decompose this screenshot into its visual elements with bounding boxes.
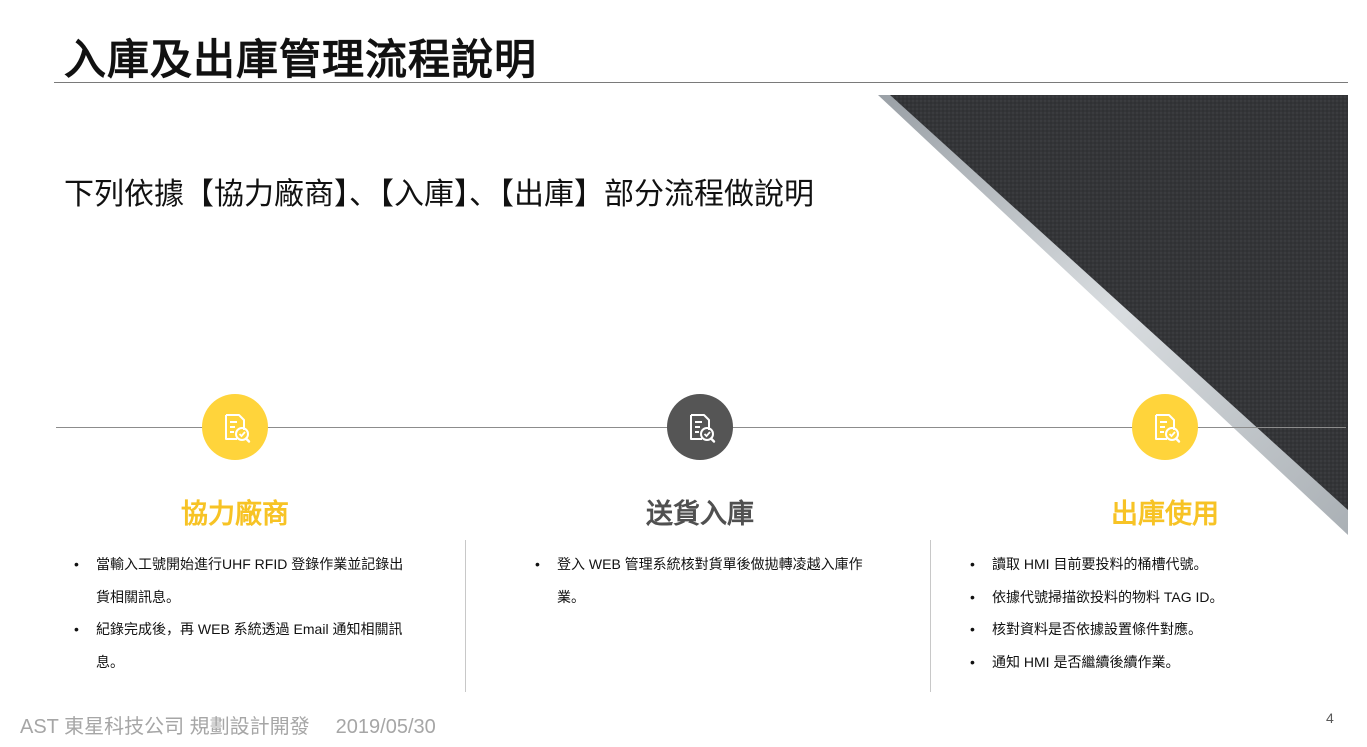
step-1-bullet-2: 紀錄完成後，再 WEB 系統透過 Email 通知相關訊息。 — [74, 613, 404, 678]
step-2-bullet-1: 登入 WEB 管理系統核對貨單後做拋轉凌越入庫作業。 — [535, 548, 865, 613]
footer-company: AST 東星科技公司 規劃設計開發 — [20, 716, 310, 738]
intro-text: 下列依據【協力廠商】、【入庫】、【出庫】部分流程做說明 — [64, 178, 814, 211]
document-check-icon — [690, 414, 716, 443]
document-check-icon — [1155, 414, 1181, 443]
document-check-icon — [225, 414, 251, 443]
step-3-title: 出庫使用 — [1111, 499, 1219, 529]
footer: AST 東星科技公司 規劃設計開發 2019/05/30 — [20, 710, 436, 739]
footer-date: 2019/05/30 — [335, 716, 436, 738]
step-3-bullets: 讀取 HMI 目前要投料的桶槽代號。 依據代號掃描欲投料的物料 TAG ID。 … — [970, 548, 1300, 678]
corner-edge-sheen — [878, 95, 1348, 535]
step-2-title: 送貨入庫 — [646, 499, 754, 529]
step-3-bullet-4: 通知 HMI 是否繼續後續作業。 — [970, 646, 1300, 679]
column-divider-1 — [465, 540, 466, 692]
column-divider-2 — [930, 540, 931, 692]
step-3-bullet-1: 讀取 HMI 目前要投料的桶槽代號。 — [970, 548, 1300, 581]
step-3-bullet-3: 核對資料是否依據設置條件對應。 — [970, 613, 1300, 646]
step-3-icon-circle — [1132, 394, 1198, 460]
slide-title: 入庫及出庫管理流程說明 — [64, 36, 538, 83]
step-1-bullets: 當輸入工號開始進行UHF RFID 登錄作業並記錄出貨相關訊息。 紀錄完成後，再… — [74, 548, 404, 678]
step-1-icon-circle — [202, 394, 268, 460]
step-1-bullet-1: 當輸入工號開始進行UHF RFID 登錄作業並記錄出貨相關訊息。 — [74, 548, 404, 613]
corner-dark-panel — [890, 95, 1348, 510]
step-2-icon-circle — [667, 394, 733, 460]
title-underline — [54, 82, 1348, 83]
step-2-bullets: 登入 WEB 管理系統核對貨單後做拋轉凌越入庫作業。 — [535, 548, 865, 613]
page-number: 4 — [1326, 710, 1334, 726]
step-3-bullet-2: 依據代號掃描欲投料的物料 TAG ID。 — [970, 581, 1300, 614]
step-1-title: 協力廠商 — [181, 499, 289, 529]
